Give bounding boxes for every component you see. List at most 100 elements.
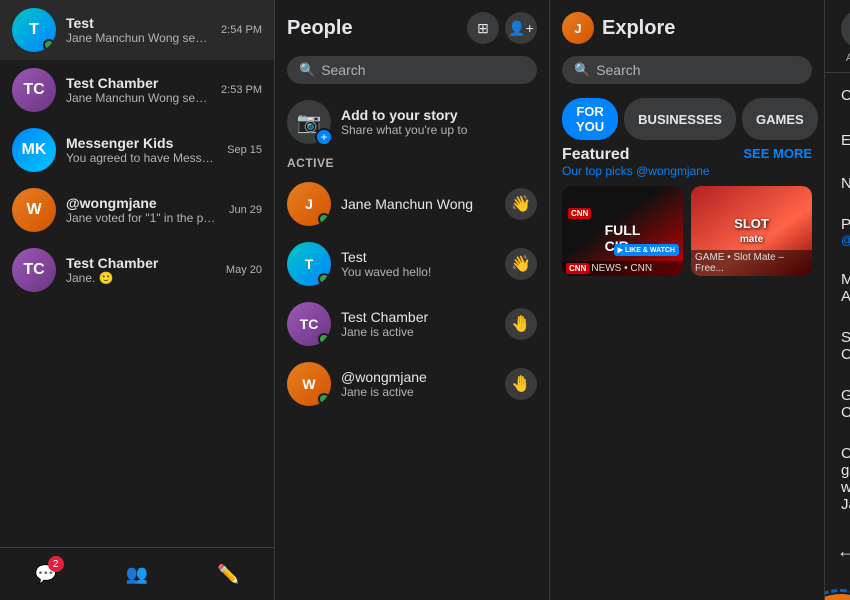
- nav-icon-chat[interactable]: 💬2: [28, 556, 64, 592]
- chat-time: Sep 15: [227, 144, 262, 156]
- action-audio[interactable]: 🔊 Audio: [841, 10, 850, 64]
- chat-item[interactable]: T Test Jane Manchun Wong sent an actio..…: [0, 0, 274, 60]
- wave-btn[interactable]: 🤚: [505, 368, 537, 400]
- chat-avatar: T: [12, 8, 56, 52]
- setting-label-nicknames: Nicknames: [841, 175, 850, 192]
- setting-nicknames[interactable]: Nicknames: [833, 163, 849, 204]
- person-item[interactable]: T Test You waved hello! 👋: [275, 234, 549, 294]
- people-list: J Jane Manchun Wong 👋 T Test You waved h…: [275, 174, 549, 414]
- nav-icon-people[interactable]: 👥: [119, 556, 155, 592]
- featured-info: Featured Our top picks @wongmjane: [562, 146, 710, 178]
- chat-info: Test Chamber Jane Manchun Wong sent an a…: [66, 75, 211, 105]
- explore-tabs: FOR YOUBUSINESSESGAMES: [550, 92, 824, 146]
- chat-time: 2:53 PM: [221, 84, 262, 96]
- nav-badge: 2: [48, 556, 64, 572]
- action-icons-row: 🔊 Audio 📹 Video 👤 Profile 🔕 Mute: [825, 0, 850, 73]
- chat-time: May 20: [226, 264, 262, 276]
- featured-header: Featured Our top picks @wongmjane SEE MO…: [562, 146, 812, 178]
- settings-list: Color 🔵 Emoji 👍 Nicknames Pin Chat @wong…: [825, 73, 850, 525]
- person-item[interactable]: W @wongmjane Jane is active 🤚: [275, 354, 549, 414]
- chat-avatar: TC: [12, 68, 56, 112]
- online-dot: [318, 273, 330, 285]
- action-label-audio: Audio: [846, 52, 850, 64]
- online-dot: [43, 39, 55, 51]
- explore-title: Explore: [602, 17, 675, 40]
- chat-avatar: W: [12, 188, 56, 232]
- setting-more-actions[interactable]: More Actions: [833, 259, 849, 317]
- chat-item[interactable]: W @wongmjane Jane voted for "1" in the p…: [0, 180, 274, 240]
- person-avatar: T: [287, 242, 331, 286]
- add-story-label: Add to your story: [341, 107, 467, 123]
- explore-header: J Explore: [550, 0, 824, 52]
- featured-title: Featured: [562, 146, 710, 164]
- bottom-nav: 💬2 👥 ✏️: [0, 547, 274, 600]
- setting-emoji[interactable]: Emoji 👍: [833, 118, 849, 163]
- person-status: Jane is active: [341, 385, 495, 399]
- setting-search[interactable]: Search in Conversation 🔍: [833, 317, 849, 375]
- chat-item[interactable]: TC Test Chamber Jane. 🙂 May 20: [0, 240, 274, 300]
- wave-btn[interactable]: 🤚: [505, 308, 537, 340]
- grid-view-btn[interactable]: ⊞: [467, 12, 499, 44]
- add-story-avatar: 📷 +: [287, 100, 331, 144]
- chat-preview: You agreed to have Messenger Kids...: [66, 151, 217, 165]
- setting-label-emoji: Emoji: [841, 132, 850, 149]
- tab-games[interactable]: GAMES: [742, 98, 818, 140]
- chat-item[interactable]: MK Messenger Kids You agreed to have Mes…: [0, 120, 274, 180]
- add-person-btn[interactable]: 👤+: [505, 12, 537, 44]
- profile-avatar-container: J ⚡: [825, 594, 850, 600]
- explore-search-input[interactable]: [596, 62, 800, 78]
- setting-label-secret: Go to Secret Conversation: [841, 387, 850, 421]
- explore-content: Featured Our top picks @wongmjane SEE MO…: [550, 146, 824, 600]
- cnn-card[interactable]: CNN FULLCIR... ▶ LIKE & WATCH CNN NEWS •…: [562, 186, 683, 276]
- person-item[interactable]: TC Test Chamber Jane is active 🤚: [275, 294, 549, 354]
- wave-btn[interactable]: 👋: [505, 188, 537, 220]
- tab-for-you[interactable]: FOR YOU: [562, 98, 618, 140]
- setting-pin-chat[interactable]: Pin Chat @wongmjane 📌: [833, 204, 849, 259]
- person-info: Jane Manchun Wong: [341, 196, 495, 212]
- person-name: @wongmjane: [341, 369, 495, 385]
- setting-label-create-group: Create group with Jane: [841, 445, 850, 513]
- back-arrow: ←: [837, 541, 850, 562]
- action-circle-audio: 🔊: [841, 10, 850, 48]
- people-search-bar[interactable]: 🔍: [287, 56, 537, 84]
- slot-card[interactable]: SLOTmate GAME • Slot Mate – Free...: [691, 186, 812, 276]
- person-status: Jane is active: [341, 325, 495, 339]
- chat-list-panel: T Test Jane Manchun Wong sent an actio..…: [0, 0, 275, 600]
- chat-item[interactable]: TC Test Chamber Jane Manchun Wong sent a…: [0, 60, 274, 120]
- wave-btn[interactable]: 👋: [505, 248, 537, 280]
- setting-secret[interactable]: Go to Secret Conversation 🔒: [833, 375, 849, 433]
- active-label: ACTIVE: [275, 152, 549, 174]
- chat-name: Test: [66, 15, 211, 31]
- chat-preview: Jane Manchun Wong sent an actio...: [66, 91, 211, 105]
- person-item[interactable]: J Jane Manchun Wong 👋: [275, 174, 549, 234]
- explore-search-bar[interactable]: 🔍: [562, 56, 812, 84]
- online-dot: [318, 333, 330, 345]
- online-dot: [318, 393, 330, 405]
- cnn-card-label: CNN NEWS • CNN: [562, 261, 683, 276]
- tab-businesses[interactable]: BUSINESSES: [624, 98, 736, 140]
- chat-time: Jun 29: [229, 204, 262, 216]
- profile-section: J ⚡ Jane Manchun Wong: [825, 570, 850, 600]
- person-info: Test You waved hello!: [341, 249, 495, 279]
- see-more-btn[interactable]: SEE MORE: [743, 146, 812, 161]
- setting-color[interactable]: Color 🔵: [833, 73, 849, 118]
- nav-icon-edit[interactable]: ✏️: [210, 556, 246, 592]
- chat-preview: Jane. 🙂: [66, 271, 216, 285]
- explore-section: J Explore 🔍 FOR YOUBUSINESSESGAMES Featu…: [550, 0, 825, 600]
- people-search-input[interactable]: [321, 62, 525, 78]
- person-avatar: J: [287, 182, 331, 226]
- chat-time: 2:54 PM: [221, 24, 262, 36]
- search-icon: 🔍: [299, 62, 315, 78]
- chat-info: Test Jane Manchun Wong sent an actio...: [66, 15, 211, 45]
- chat-info: Test Chamber Jane. 🙂: [66, 255, 216, 285]
- person-avatar: TC: [287, 302, 331, 346]
- featured-cards: CNN FULLCIR... ▶ LIKE & WATCH CNN NEWS •…: [562, 186, 812, 276]
- person-info: Test Chamber Jane is active: [341, 309, 495, 339]
- setting-create-group[interactable]: Create group with Jane 👥: [833, 433, 849, 525]
- chat-preview: Jane voted for "1" in the poll: Test P..…: [66, 211, 219, 225]
- slot-card-label: GAME • Slot Mate – Free...: [691, 250, 812, 276]
- chat-name: Test Chamber: [66, 75, 211, 91]
- back-row[interactable]: ← Me: [825, 533, 850, 570]
- person-name: Test Chamber: [341, 309, 495, 325]
- add-story-item[interactable]: 📷 + Add to your story Share what you're …: [275, 92, 549, 152]
